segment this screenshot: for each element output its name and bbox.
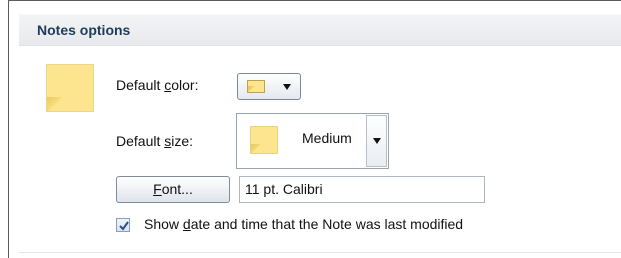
default-color-label-prefix: Default [116, 77, 165, 93]
note-fold-icon [47, 97, 63, 111]
default-size-value: Medium [302, 130, 352, 146]
notes-options-screen: Notes options Default color: Default siz… [0, 0, 621, 258]
default-color-dropdown[interactable] [237, 73, 301, 100]
size-note-fold-icon [251, 144, 261, 153]
font-button[interactable]: Font... [116, 176, 230, 203]
default-size-label: Default size: [116, 133, 193, 149]
top-panel-border [8, 0, 621, 1]
color-swatch-fold-icon [248, 86, 255, 92]
note-icon [46, 64, 94, 112]
default-size-label-prefix: Default [116, 133, 165, 149]
show-date-time-checkbox[interactable] [116, 218, 130, 232]
section-divider [18, 252, 621, 253]
font-button-label: ont... [161, 181, 193, 197]
chevron-down-icon [373, 138, 381, 144]
font-value-field[interactable]: 11 pt. Calibri [239, 176, 485, 203]
show-date-time-access-key: d [182, 216, 191, 232]
size-dropdown-button[interactable] [366, 115, 387, 167]
default-color-label-suffix: olor: [171, 77, 199, 93]
section-title: Notes options [37, 22, 131, 38]
default-color-swatch [247, 80, 265, 93]
default-size-label-suffix: ize: [171, 133, 194, 149]
notes-options-header: Notes options [19, 14, 621, 46]
show-date-time-label[interactable]: Show date and time that the Note was las… [144, 216, 463, 232]
size-preview-note-icon [250, 126, 278, 154]
default-color-label: Default color: [116, 77, 198, 93]
show-date-time-label-prefix: Show [144, 216, 183, 232]
check-icon [119, 221, 129, 231]
default-size-dropdown[interactable]: Medium [236, 113, 389, 169]
left-panel-border [8, 0, 9, 258]
font-access-key: F [153, 181, 162, 197]
show-date-time-label-suffix: ate and time that the Note was last modi… [190, 216, 464, 232]
chevron-down-icon [283, 84, 291, 90]
